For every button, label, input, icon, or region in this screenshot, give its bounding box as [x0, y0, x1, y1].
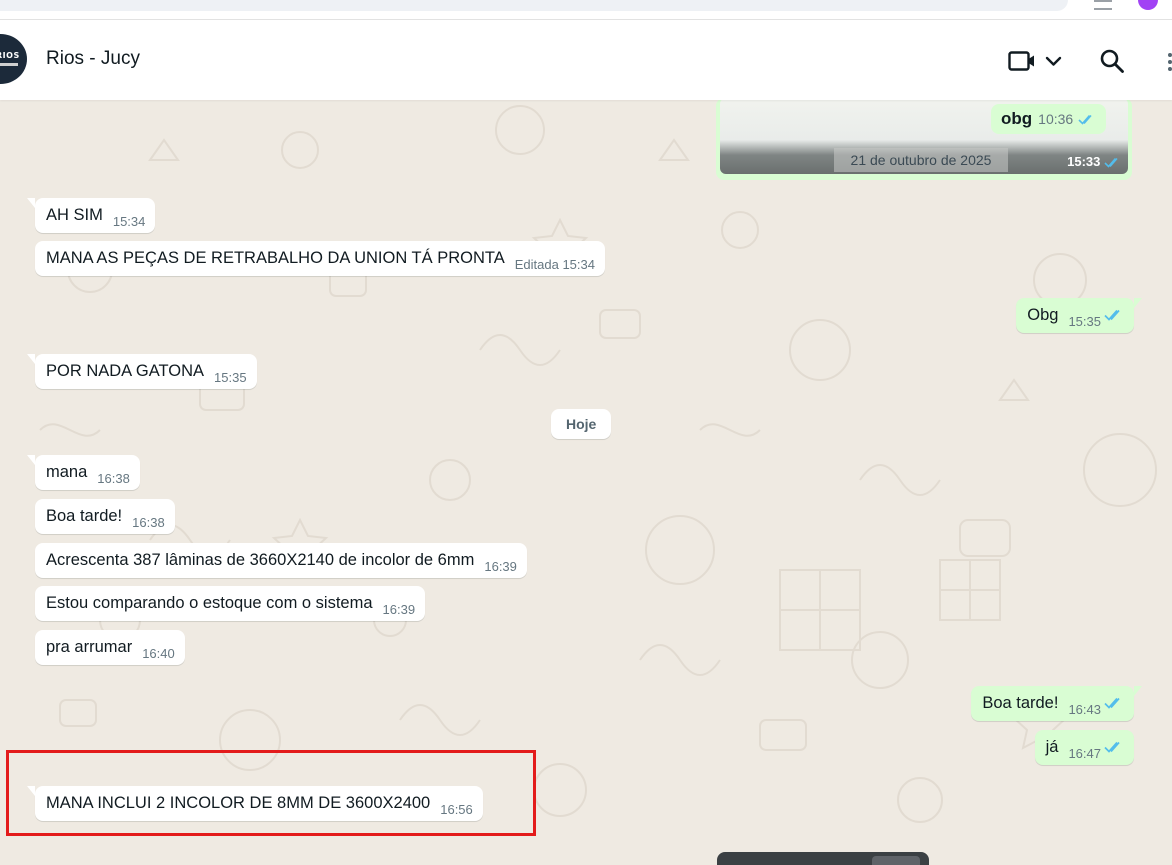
- message-text: POR NADA GATONA: [46, 362, 205, 380]
- read-ticks-icon: [1104, 305, 1124, 327]
- read-ticks-icon: [1104, 158, 1118, 168]
- quoted-reply-time: 10:36: [1038, 111, 1074, 127]
- message-time: 16:39: [382, 602, 416, 617]
- message-text: AH SIM: [46, 206, 103, 224]
- message-time: 15:34: [112, 214, 146, 229]
- quoted-reply-bubble: obg 10:36: [991, 104, 1106, 134]
- message-bubble-incoming[interactable]: AH SIM 15:34: [27, 198, 156, 233]
- message-time: 16:47: [1068, 746, 1101, 761]
- popup-button[interactable]: [872, 856, 920, 865]
- highlight-box: [6, 750, 536, 836]
- media-date-label: 21 de outubro de 2025: [834, 148, 1008, 172]
- message-time: 15:35: [214, 370, 247, 385]
- bubble-tail: [27, 198, 35, 208]
- bubble-tail: [1134, 298, 1142, 308]
- search-icon[interactable]: [1099, 48, 1125, 74]
- bubble-tail: [1134, 686, 1142, 696]
- message-bubble-outgoing[interactable]: Obg 15:35: [1016, 298, 1142, 333]
- browser-menu-icon[interactable]: [1094, 0, 1112, 10]
- message-bubble-outgoing[interactable]: Boa tarde! 16:43: [971, 686, 1142, 721]
- message-text: Obg: [1027, 306, 1059, 324]
- read-ticks-icon: [1104, 693, 1124, 715]
- video-call-icon[interactable]: [1008, 50, 1064, 72]
- message-text: MANA AS PEÇAS DE RETRABALHO DA UNION TÁ …: [46, 249, 505, 267]
- chevron-down-icon: [1045, 56, 1062, 66]
- browser-address-bar[interactable]: [0, 0, 1068, 11]
- message-time: 15:35: [1068, 314, 1101, 329]
- quoted-reply-text: obg: [1001, 109, 1033, 128]
- contact-name[interactable]: Rios - Jucy: [46, 48, 140, 70]
- message-bubble-incoming[interactable]: MANA AS PEÇAS DE RETRABALHO DA UNION TÁ …: [35, 241, 605, 276]
- browser-profile-icon[interactable]: [1138, 0, 1158, 10]
- message-time: 16:43: [1068, 702, 1101, 717]
- chat-area[interactable]: obg 10:36 21 de outubro de 2025 15:33 AH …: [0, 100, 1172, 865]
- message-time: 16:40: [142, 646, 175, 661]
- message-text: Boa tarde!: [982, 694, 1059, 712]
- message-text: Boa tarde!: [46, 507, 123, 525]
- menu-icon[interactable]: [1166, 53, 1172, 71]
- message-bubble-incoming[interactable]: Estou comparando o estoque com o sistema…: [35, 586, 426, 621]
- message-text: Acrescenta 387 lâminas de 3660X2140 de i…: [46, 551, 475, 569]
- read-ticks-icon: [1078, 114, 1092, 125]
- avatar[interactable]: RIOS: [0, 34, 27, 84]
- browser-top-strip: [0, 0, 1172, 20]
- read-ticks-icon: [1104, 737, 1124, 759]
- bubble-tail: [27, 354, 35, 364]
- message-bubble-incoming[interactable]: POR NADA GATONA 15:35: [27, 354, 257, 389]
- day-separator: Hoje: [551, 409, 612, 439]
- message-text: pra arrumar: [46, 638, 133, 656]
- media-message-card[interactable]: obg 10:36 21 de outubro de 2025 15:33: [716, 100, 1132, 180]
- avatar-logo-bar: [0, 63, 18, 66]
- message-bubble-incoming[interactable]: Acrescenta 387 lâminas de 3660X2140 de i…: [35, 543, 527, 578]
- media-time-text: 15:33: [1067, 154, 1101, 169]
- media-time: 15:33: [1067, 154, 1122, 169]
- bottom-popup: [717, 852, 929, 865]
- message-text: Estou comparando o estoque com o sistema: [46, 594, 373, 612]
- message-text: já: [1045, 738, 1059, 756]
- message-bubble-incoming[interactable]: pra arrumar 16:40: [35, 630, 185, 665]
- message-time: Editada 15:34: [514, 257, 595, 272]
- avatar-logo: RIOS: [0, 51, 20, 60]
- message-time: 16:38: [97, 471, 130, 486]
- message-bubble-incoming[interactable]: mana 16:38: [27, 455, 140, 490]
- chat-header: RIOS Rios - Jucy: [0, 20, 1172, 100]
- message-text: mana: [46, 463, 88, 481]
- message-time: 16:39: [484, 559, 517, 574]
- bubble-tail: [27, 455, 35, 465]
- message-bubble-outgoing[interactable]: já 16:47: [1034, 730, 1134, 765]
- message-time: 16:38: [132, 515, 165, 530]
- message-bubble-incoming[interactable]: Boa tarde! 16:38: [35, 499, 175, 534]
